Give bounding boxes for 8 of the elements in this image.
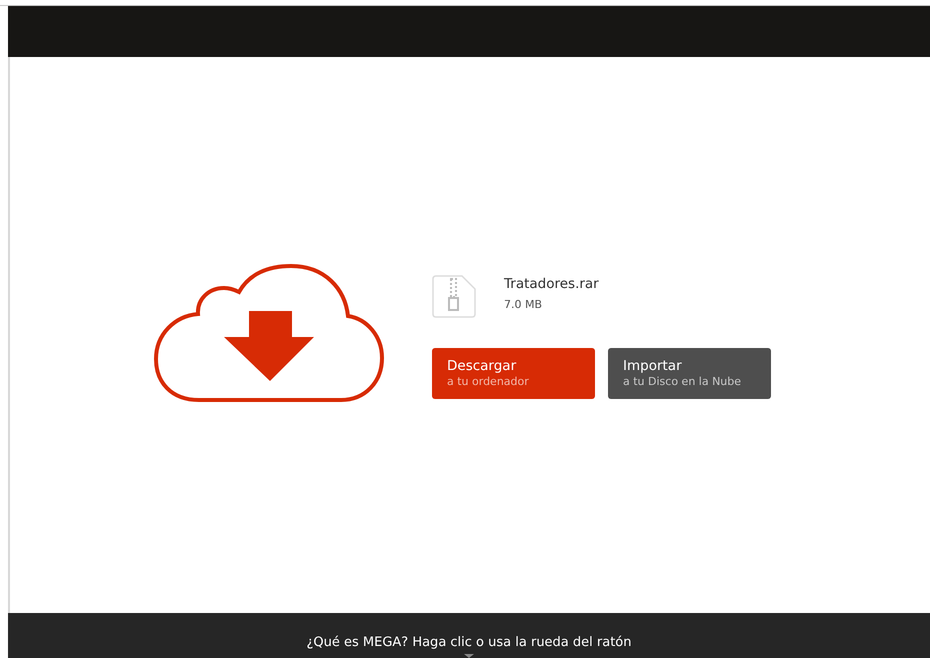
cloud-download-icon <box>153 264 385 404</box>
file-size: 7.0 MB <box>504 298 544 311</box>
footer-hint: ¿Qué es MEGA? Haga clic o usa la rueda del ratón <box>306 635 632 652</box>
caret-icon <box>464 654 474 658</box>
download-button[interactable]: Descargar a tu ordenador <box>432 348 595 399</box>
zip-file-icon <box>432 275 476 318</box>
file-name: Tratadores.rar <box>504 276 599 292</box>
import-button[interactable]: Importar a tu Disco en la Nube <box>608 348 771 399</box>
